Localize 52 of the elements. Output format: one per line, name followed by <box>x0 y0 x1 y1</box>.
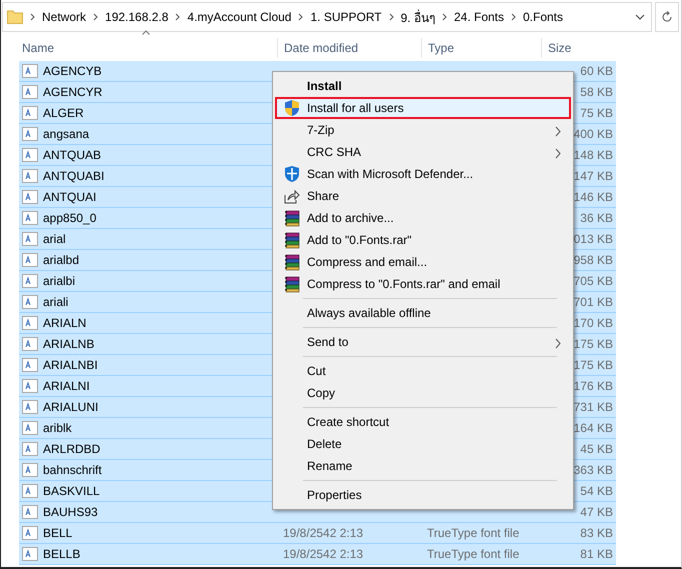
file-name: ARIALNI <box>43 379 90 393</box>
file-name: ALGER <box>43 106 84 120</box>
file-size: 146 KB <box>574 190 613 204</box>
file-size: 47 KB <box>580 505 613 519</box>
file-name: ariblk <box>43 421 72 435</box>
file-name: ARIALN <box>43 316 86 330</box>
file-size: 705 KB <box>574 274 613 288</box>
file-name: angsana <box>43 127 90 141</box>
file-size: 58 KB <box>580 85 613 99</box>
file-name: ARIALNB <box>43 337 94 351</box>
file-type: TrueType font file <box>426 547 520 561</box>
file-size: 45 KB <box>580 442 613 456</box>
file-name: BELLB <box>43 547 80 561</box>
file-size: 54 KB <box>580 484 613 498</box>
file-type: TrueType font file <box>426 526 520 540</box>
file-name: bahnschrift <box>43 463 102 477</box>
file-size: 363 KB <box>574 463 613 477</box>
file-name: ARIALNBI <box>43 358 98 372</box>
date-modified: 19/8/2542 2:13 <box>282 526 364 540</box>
file-name: BASKVILL <box>43 484 100 498</box>
file-size: 81 KB <box>580 547 613 561</box>
file-name: BAUHS93 <box>43 505 98 519</box>
file-size: 147 KB <box>574 169 613 183</box>
file-size: 400 KB <box>574 127 613 141</box>
file-size: 36 KB <box>580 211 613 225</box>
file-size: 164 KB <box>574 421 613 435</box>
file-size: 75 KB <box>580 106 613 120</box>
file-size: 170 KB <box>574 316 613 330</box>
file-name: ANTQUAI <box>43 190 96 204</box>
file-size: 175 KB <box>574 358 613 372</box>
file-name: ANTQUABI <box>43 169 104 183</box>
file-name: AGENCYR <box>43 85 102 99</box>
date-modified: 19/8/2542 2:13 <box>282 547 364 561</box>
file-size: 175 KB <box>574 337 613 351</box>
file-name: app850_0 <box>43 211 96 225</box>
file-name: arialbi <box>43 274 76 288</box>
file-size: 60 KB <box>580 64 613 78</box>
file-size: 731 KB <box>574 400 613 414</box>
file-name: AGENCYB <box>43 64 102 78</box>
file-name: ariali <box>43 295 68 309</box>
file-size: 176 KB <box>574 379 613 393</box>
file-name: ARIALUNI <box>43 400 98 414</box>
file-name: ARLRDBD <box>43 442 100 456</box>
file-size: 958 KB <box>574 253 613 267</box>
file-name: arialbd <box>43 253 80 267</box>
file-name: ANTQUAB <box>43 148 102 162</box>
file-size: 701 KB <box>574 295 613 309</box>
file-size: 83 KB <box>580 526 613 540</box>
file-name: arial <box>43 232 66 246</box>
file-size: 148 KB <box>574 148 613 162</box>
file-size: 013 KB <box>574 232 613 246</box>
file-name: BELL <box>43 526 72 540</box>
